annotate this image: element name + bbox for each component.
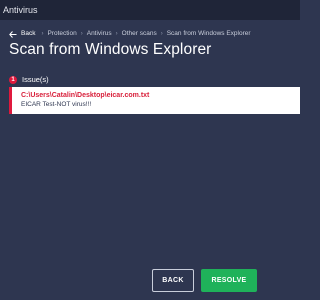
- issue-threat-name: EICAR Test-NOT virus!!!: [21, 101, 92, 108]
- breadcrumb-item-other-scans[interactable]: Other scans: [122, 28, 157, 40]
- back-arrow-icon: [9, 30, 17, 38]
- issues-count-badge: 1: [9, 75, 17, 84]
- issues-label: Issue(s): [22, 75, 49, 84]
- window-title: Antivirus: [3, 5, 38, 15]
- breadcrumb-item-protection[interactable]: Protection: [47, 28, 76, 40]
- breadcrumb-separator: ›: [160, 31, 163, 37]
- resolve-button[interactable]: RESOLVE: [201, 269, 257, 292]
- breadcrumb-back[interactable]: Back: [9, 28, 35, 40]
- issues-header: 1 Issue(s): [9, 74, 49, 85]
- breadcrumb-item-antivirus[interactable]: Antivirus: [87, 28, 112, 40]
- breadcrumb-separator: ›: [41, 31, 44, 37]
- page-title: Scan from Windows Explorer: [9, 41, 212, 58]
- breadcrumb-separator: ›: [115, 31, 118, 37]
- breadcrumb-item-current: Scan from Windows Explorer: [166, 30, 251, 37]
- issue-file-path: C:\Users\Catalin\Desktop\eicar.com.txt: [21, 92, 150, 99]
- issue-item[interactable]: C:\Users\Catalin\Desktop\eicar.com.txt E…: [9, 87, 300, 114]
- back-button[interactable]: BACK: [152, 269, 194, 292]
- breadcrumb-separator: ›: [80, 31, 83, 37]
- breadcrumb-back-label: Back: [21, 30, 36, 37]
- window-titlebar: Antivirus: [0, 0, 300, 20]
- breadcrumb: Back › Protection › Antivirus › Other sc…: [9, 28, 255, 40]
